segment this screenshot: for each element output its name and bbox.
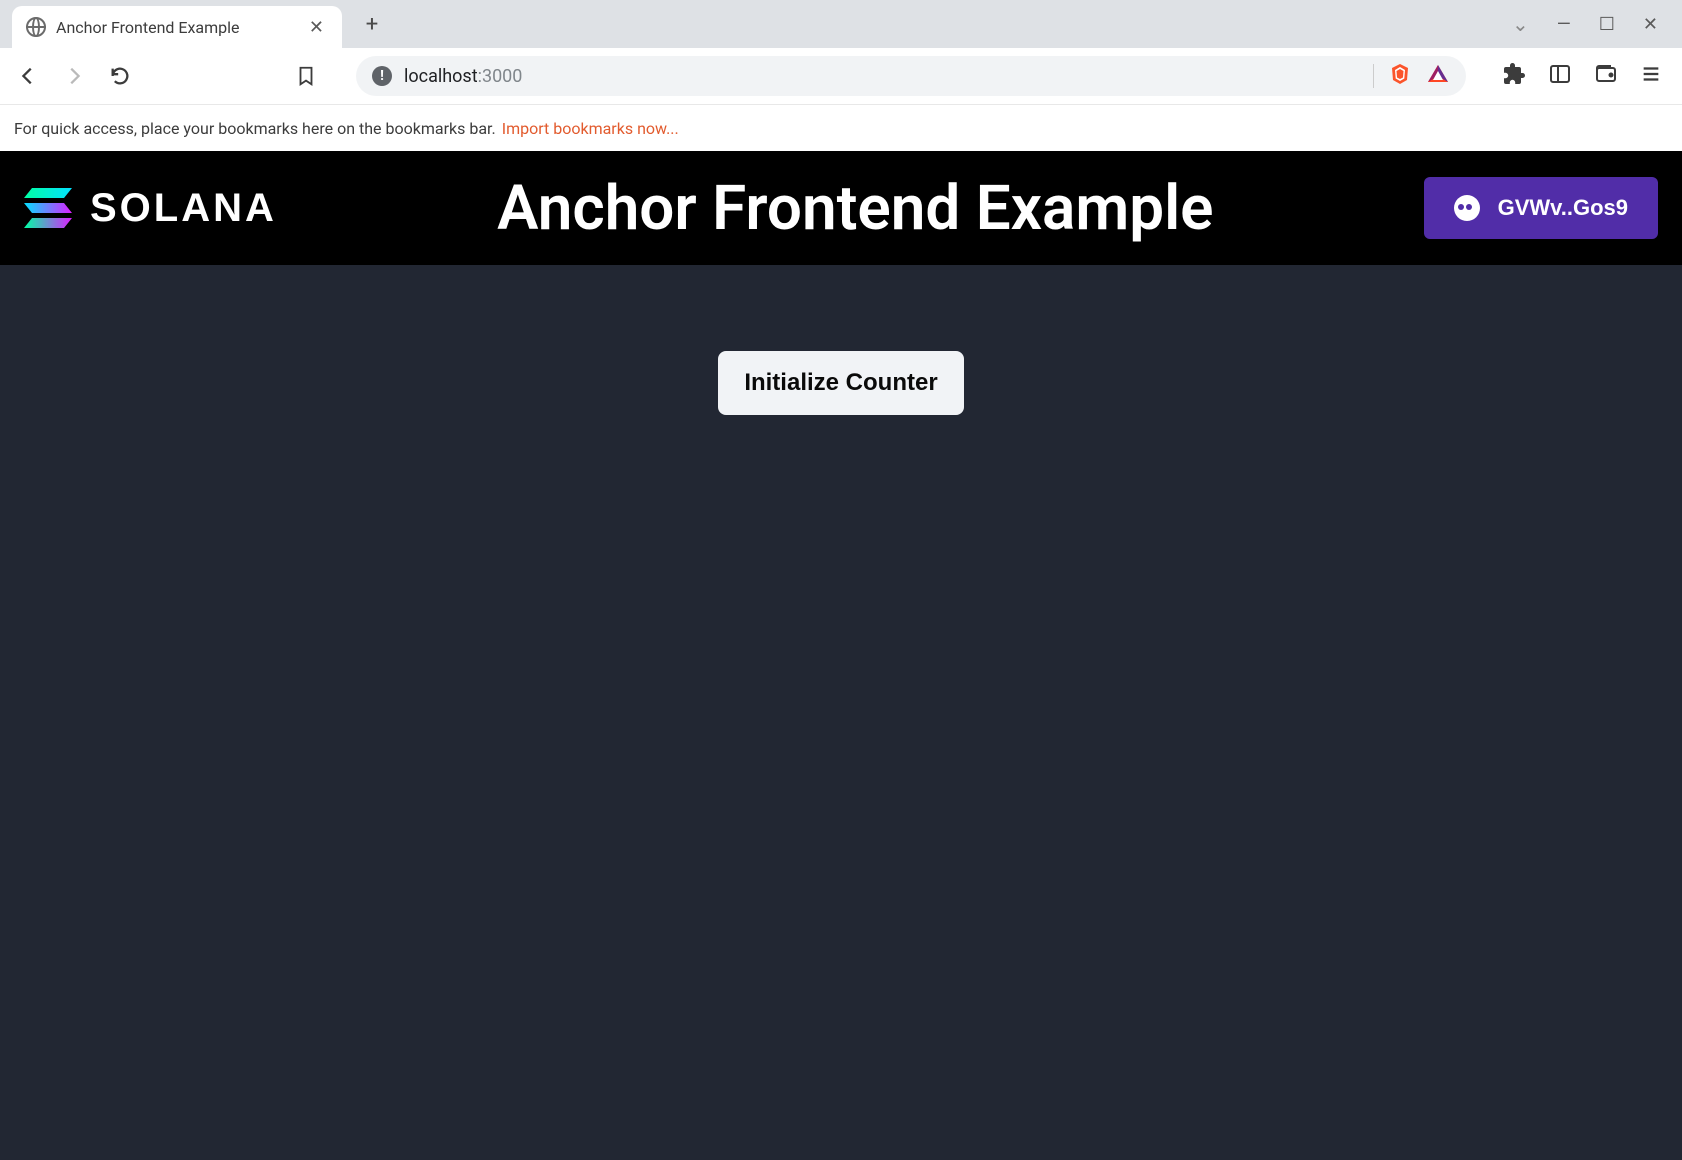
sidebar-icon[interactable] xyxy=(1548,62,1572,90)
initialize-counter-button[interactable]: Initialize Counter xyxy=(718,351,963,415)
site-info-icon[interactable]: ! xyxy=(372,66,392,86)
close-window-icon[interactable]: ✕ xyxy=(1643,14,1658,35)
wallet-icon[interactable] xyxy=(1594,62,1618,90)
globe-icon xyxy=(26,17,46,37)
solana-logo: SOLANA xyxy=(24,186,277,231)
bookmarks-bar: For quick access, place your bookmarks h… xyxy=(0,104,1682,151)
chevron-down-icon[interactable]: ⌄ xyxy=(1512,12,1529,36)
browser-chrome: Anchor Frontend Example ✕ + ⌄ — ☐ ✕ ! lo… xyxy=(0,0,1682,151)
brave-shields-icon[interactable] xyxy=(1388,62,1412,90)
solana-mark-icon xyxy=(24,186,76,230)
page-body: Initialize Counter xyxy=(0,265,1682,415)
logo-text: SOLANA xyxy=(90,186,277,231)
browser-tab[interactable]: Anchor Frontend Example ✕ xyxy=(12,6,342,48)
back-button[interactable] xyxy=(14,65,42,87)
page-title: Anchor Frontend Example xyxy=(497,172,1213,245)
close-tab-icon[interactable]: ✕ xyxy=(305,17,328,38)
bookmark-page-icon[interactable] xyxy=(292,65,320,87)
url-text: localhost:3000 xyxy=(404,66,522,87)
maximize-icon[interactable]: ☐ xyxy=(1599,14,1615,35)
menu-icon[interactable] xyxy=(1640,63,1662,89)
url-port: :3000 xyxy=(478,66,523,87)
address-bar-right xyxy=(1373,62,1450,90)
reload-button[interactable] xyxy=(106,65,134,87)
bookmarks-hint: For quick access, place your bookmarks h… xyxy=(14,119,496,138)
tab-title: Anchor Frontend Example xyxy=(56,18,295,37)
url-host: localhost xyxy=(404,66,478,87)
tab-bar: Anchor Frontend Example ✕ + ⌄ — ☐ ✕ xyxy=(0,0,1682,48)
forward-button[interactable] xyxy=(60,65,88,87)
wallet-avatar-icon xyxy=(1454,195,1480,221)
address-bar[interactable]: ! localhost:3000 xyxy=(356,56,1466,96)
divider xyxy=(1373,64,1374,88)
minimize-icon[interactable]: — xyxy=(1557,14,1571,35)
new-tab-button[interactable]: + xyxy=(354,6,390,42)
wallet-connect-button[interactable]: GVWv..Gos9 xyxy=(1424,177,1658,239)
page-content: SOLANA Anchor Frontend Example GVWv..Gos… xyxy=(0,151,1682,1160)
toolbar: ! localhost:3000 xyxy=(0,48,1682,104)
import-bookmarks-link[interactable]: Import bookmarks now... xyxy=(502,119,679,138)
wallet-address-label: GVWv..Gos9 xyxy=(1498,195,1628,221)
toolbar-right xyxy=(1502,62,1668,90)
extensions-icon[interactable] xyxy=(1502,62,1526,90)
window-controls: ⌄ — ☐ ✕ xyxy=(1512,12,1682,36)
brave-rewards-icon[interactable] xyxy=(1426,62,1450,90)
app-header: SOLANA Anchor Frontend Example GVWv..Gos… xyxy=(0,151,1682,265)
